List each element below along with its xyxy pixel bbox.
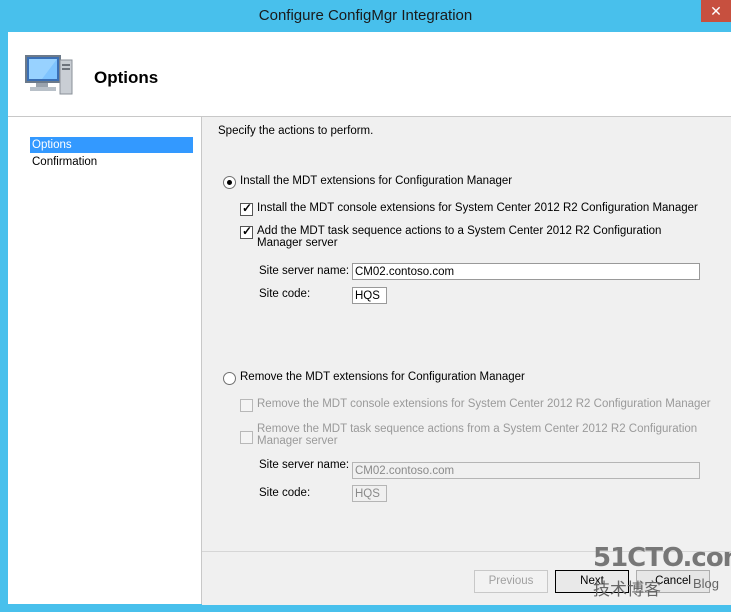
- remove-ts-actions-label-line2: Manager server: [257, 435, 338, 447]
- remove-radio[interactable]: [223, 372, 236, 385]
- computer-icon: [25, 55, 73, 95]
- remove-site-server-input[interactable]: CM02.contoso.com: [352, 462, 700, 479]
- checkmark-icon: ✓: [242, 224, 253, 238]
- remove-ts-actions-label-line1: Remove the MDT task sequence actions fro…: [257, 423, 698, 435]
- install-console-ext-checkbox[interactable]: ✓: [240, 201, 253, 216]
- title-bar[interactable]: Configure ConfigMgr Integration ✕: [0, 0, 731, 32]
- options-content: Specify the actions to perform. Install …: [202, 117, 731, 551]
- remove-console-ext-checkbox[interactable]: [240, 399, 253, 412]
- dialog-window: Configure ConfigMgr Integration ✕ Option…: [0, 0, 731, 612]
- window-title: Configure ConfigMgr Integration: [258, 7, 473, 24]
- watermark: 51CTO.com 技术博客 Blog: [589, 543, 731, 605]
- watermark-blog: Blog: [693, 576, 720, 591]
- install-console-ext-label[interactable]: Install the MDT console extensions for S…: [257, 202, 698, 214]
- remove-ts-actions-checkbox[interactable]: [240, 431, 253, 444]
- install-site-server-label: Site server name:: [259, 265, 350, 277]
- remove-site-code-label: Site code:: [259, 487, 311, 499]
- remove-site-server-label: Site server name:: [259, 459, 350, 471]
- install-site-code-input[interactable]: HQS: [352, 287, 387, 304]
- remove-site-code-input[interactable]: HQS: [352, 485, 387, 502]
- wizard-header: Options: [8, 32, 731, 117]
- install-site-code-label: Site code:: [259, 288, 311, 300]
- close-button[interactable]: ✕: [701, 0, 731, 22]
- watermark-site: 51CTO.com: [593, 543, 731, 573]
- remove-console-ext-label: Remove the MDT console extensions for Sy…: [257, 398, 711, 410]
- close-icon: ✕: [710, 3, 722, 19]
- nav-item-options[interactable]: Options: [30, 137, 193, 153]
- watermark-subtitle: 技术博客: [593, 580, 661, 600]
- previous-button[interactable]: Previous: [474, 570, 548, 593]
- page-title: Options: [94, 68, 159, 87]
- install-radio-label[interactable]: Install the MDT extensions for Configura…: [240, 175, 512, 187]
- remove-radio-label[interactable]: Remove the MDT extensions for Configurat…: [240, 371, 525, 383]
- dialog-client: Options Options Confirmation Specify the…: [8, 32, 731, 605]
- install-ts-actions-label-line2[interactable]: Manager server: [257, 237, 338, 249]
- nav-item-confirmation[interactable]: Confirmation: [30, 154, 193, 170]
- wizard-nav: Options Confirmation: [8, 117, 202, 604]
- instruction-text: Specify the actions to perform.: [218, 125, 374, 137]
- install-site-server-input[interactable]: CM02.contoso.com: [352, 263, 700, 280]
- install-radio[interactable]: [223, 176, 236, 189]
- install-ts-actions-label-line1[interactable]: Add the MDT task sequence actions to a S…: [257, 225, 661, 237]
- checkmark-icon: ✓: [242, 201, 253, 215]
- install-ts-actions-checkbox[interactable]: ✓: [240, 224, 253, 239]
